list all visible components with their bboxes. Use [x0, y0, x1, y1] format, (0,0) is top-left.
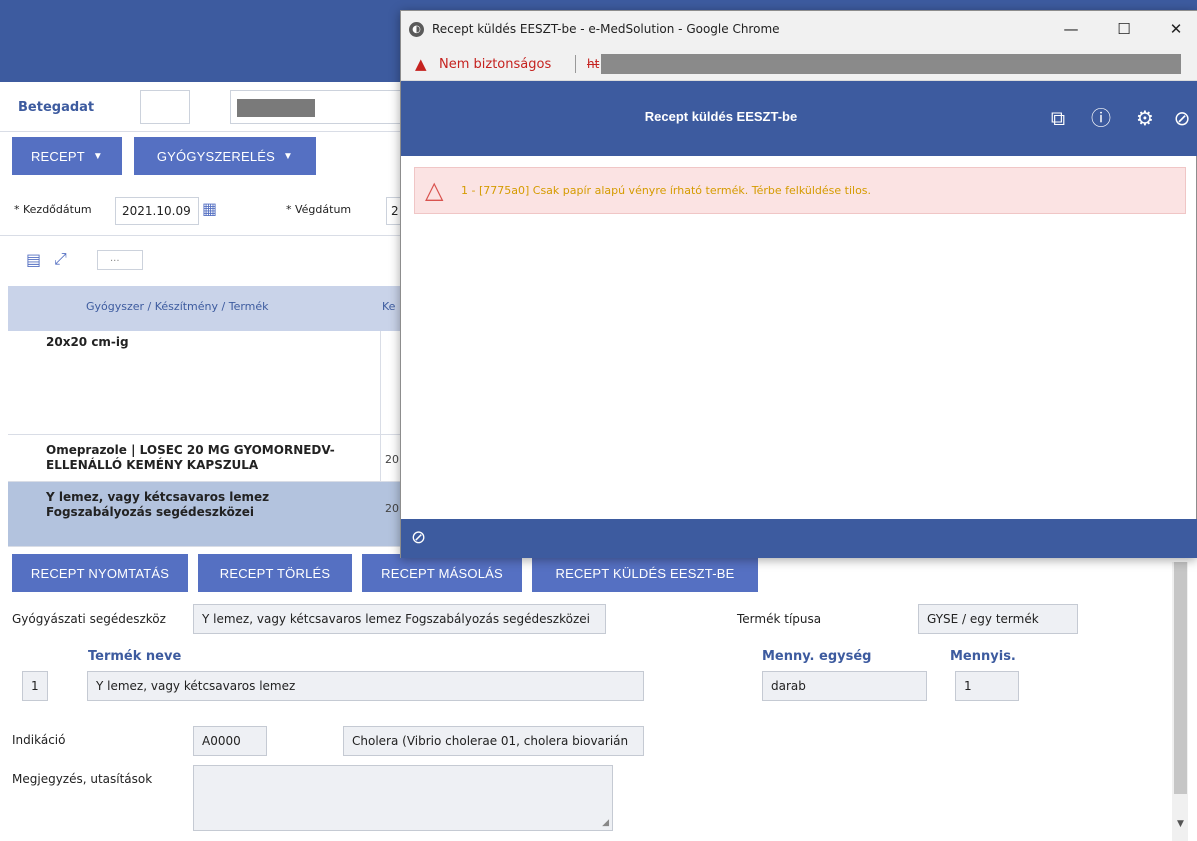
eeszt-send-popup-window: ◐ Recept küldés EESZT-be - e-MedSolution… — [400, 10, 1197, 558]
settings-icon[interactable]: ⚙ — [1132, 105, 1158, 131]
recept-dropdown-button[interactable]: RECEPT ▼ — [12, 137, 122, 175]
device-field[interactable]: Y lemez, vagy kétcsavaros lemez Fogszabá… — [193, 604, 606, 634]
error-alert: △ 1 - [7775a0] Csak papír alapú vényre í… — [414, 167, 1186, 214]
product-type-field[interactable]: GYSE / egy termék — [918, 604, 1078, 634]
product-type-label: Termék típusa — [737, 612, 822, 626]
url-prefix: ht — [587, 57, 600, 71]
product-column-header[interactable]: Gyógyszer / Készítmény / Termék — [86, 300, 269, 313]
patient-id-field[interactable] — [140, 90, 190, 124]
patient-data-row: Betegadat — [0, 82, 410, 132]
quantity-header: Mennyis. — [950, 649, 1016, 664]
check-circle-icon[interactable]: ⊘ — [411, 528, 426, 548]
patient-name-field[interactable] — [230, 90, 410, 124]
popup-header: Recept küldés EESZT-be ⧉ ⓘ ⚙ ⊘ — [401, 81, 1197, 156]
address-bar[interactable]: ▲ Nem biztonságos ht — [401, 49, 1197, 81]
unit-header: Menny. egység — [762, 649, 872, 664]
expand-icon[interactable]: ⤢ — [54, 249, 67, 269]
quantity-field[interactable]: 1 — [955, 671, 1019, 701]
row-index-field: 1 — [22, 671, 48, 701]
unit-field[interactable]: darab — [762, 671, 927, 701]
table-row[interactable]: Omeprazole | LOSEC 20 MG GYOMORNEDV-ELLE… — [8, 435, 400, 482]
recept-send-eeszt-button[interactable]: RECEPT KÜLDÉS EESZT-BE — [532, 554, 758, 592]
indication-code-field[interactable]: A0000 — [193, 726, 267, 756]
scrollbar-thumb[interactable] — [1174, 562, 1187, 794]
product-name-field[interactable]: Y lemez, vagy kétcsavaros lemez — [87, 671, 644, 701]
popup-title: Recept küldés EESZT-be — [644, 109, 798, 124]
recept-button-label: RECEPT — [30, 148, 85, 164]
grid-view-icon[interactable]: ▤ — [26, 250, 41, 269]
notes-textarea[interactable]: ◢ — [193, 765, 613, 831]
address-separator — [575, 55, 576, 73]
grid-header: Gyógyszer / Készítmény / Termék Ke — [8, 286, 400, 331]
caret-down-icon: ▼ — [283, 150, 294, 162]
alert-message: 1 - [7775a0] Csak papír alapú vényre írh… — [461, 184, 872, 197]
start-date-label: * Kezdődátum — [14, 203, 92, 216]
second-column-header[interactable]: Ke — [382, 300, 395, 313]
grid-toolbar: ▤ ⤢ ... — [0, 245, 400, 281]
popup-footer: ⊘ — [401, 519, 1197, 558]
more-options-button[interactable]: ... — [97, 250, 143, 270]
gyogyszereles-dropdown-button[interactable]: GYÓGYSZERELÉS ▼ — [134, 137, 316, 175]
maximize-button[interactable]: ☐ — [1114, 19, 1134, 39]
warning-triangle-icon: ▲ — [415, 55, 427, 73]
indication-text-field[interactable]: Cholera (Vibrio cholerae 01, cholera bio… — [343, 726, 644, 756]
end-date-label: * Végdátum — [286, 203, 352, 216]
table-row[interactable]: 20x20 cm-ig — [8, 331, 400, 435]
windows-icon[interactable]: ⧉ — [1045, 105, 1071, 131]
row-product-name: Y lemez, vagy kétcsavaros lemez Fogszabá… — [46, 490, 270, 519]
patient-data-label: Betegadat — [18, 100, 95, 115]
caret-down-icon: ▼ — [92, 150, 104, 162]
redacted-patient-name — [237, 99, 315, 117]
calendar-icon[interactable]: ▦ — [202, 199, 222, 219]
help-icon[interactable]: ⓘ — [1088, 105, 1114, 131]
check-circle-icon[interactable]: ⊘ — [1169, 105, 1195, 131]
browser-title-bar: ◐ Recept küldés EESZT-be - e-MedSolution… — [401, 11, 1197, 49]
row-product-name: 20x20 cm-ig — [46, 335, 129, 349]
browser-favicon-icon: ◐ — [409, 22, 424, 37]
indication-label: Indikáció — [12, 733, 66, 747]
resize-grip-icon[interactable]: ◢ — [602, 818, 609, 828]
warning-triangle-icon: △ — [425, 176, 444, 204]
row-product-name: Omeprazole | LOSEC 20 MG GYOMORNEDV-ELLE… — [46, 443, 335, 472]
row-second-value: 20 — [385, 502, 399, 515]
recept-print-button[interactable]: RECEPT NYOMTATÁS — [12, 554, 188, 592]
device-label: Gyógyászati segédeszköz — [12, 612, 166, 626]
start-date-input[interactable]: 2021.10.09 — [115, 197, 199, 225]
security-status[interactable]: Nem biztonságos — [439, 57, 551, 72]
table-row-selected[interactable]: Y lemez, vagy kétcsavaros lemez Fogszabá… — [8, 482, 400, 547]
scroll-down-arrow-icon[interactable]: ▼ — [1174, 819, 1187, 829]
gyogyszereles-button-label: GYÓGYSZERELÉS — [156, 148, 276, 164]
minimize-button[interactable]: — — [1061, 19, 1081, 39]
close-button[interactable]: ✕ — [1166, 19, 1186, 39]
redacted-url — [601, 54, 1181, 74]
product-name-header: Termék neve — [88, 649, 182, 664]
window-title: Recept küldés EESZT-be - e-MedSolution -… — [432, 22, 780, 36]
row-second-value: 20 — [385, 453, 399, 466]
notes-label: Megjegyzés, utasítások — [12, 772, 153, 786]
recept-delete-button[interactable]: RECEPT TÖRLÉS — [198, 554, 352, 592]
date-filter-row: * Kezdődátum 2021.10.09 ▦ * Végdátum 2 — [0, 190, 406, 236]
recept-copy-button[interactable]: RECEPT MÁSOLÁS — [362, 554, 522, 592]
